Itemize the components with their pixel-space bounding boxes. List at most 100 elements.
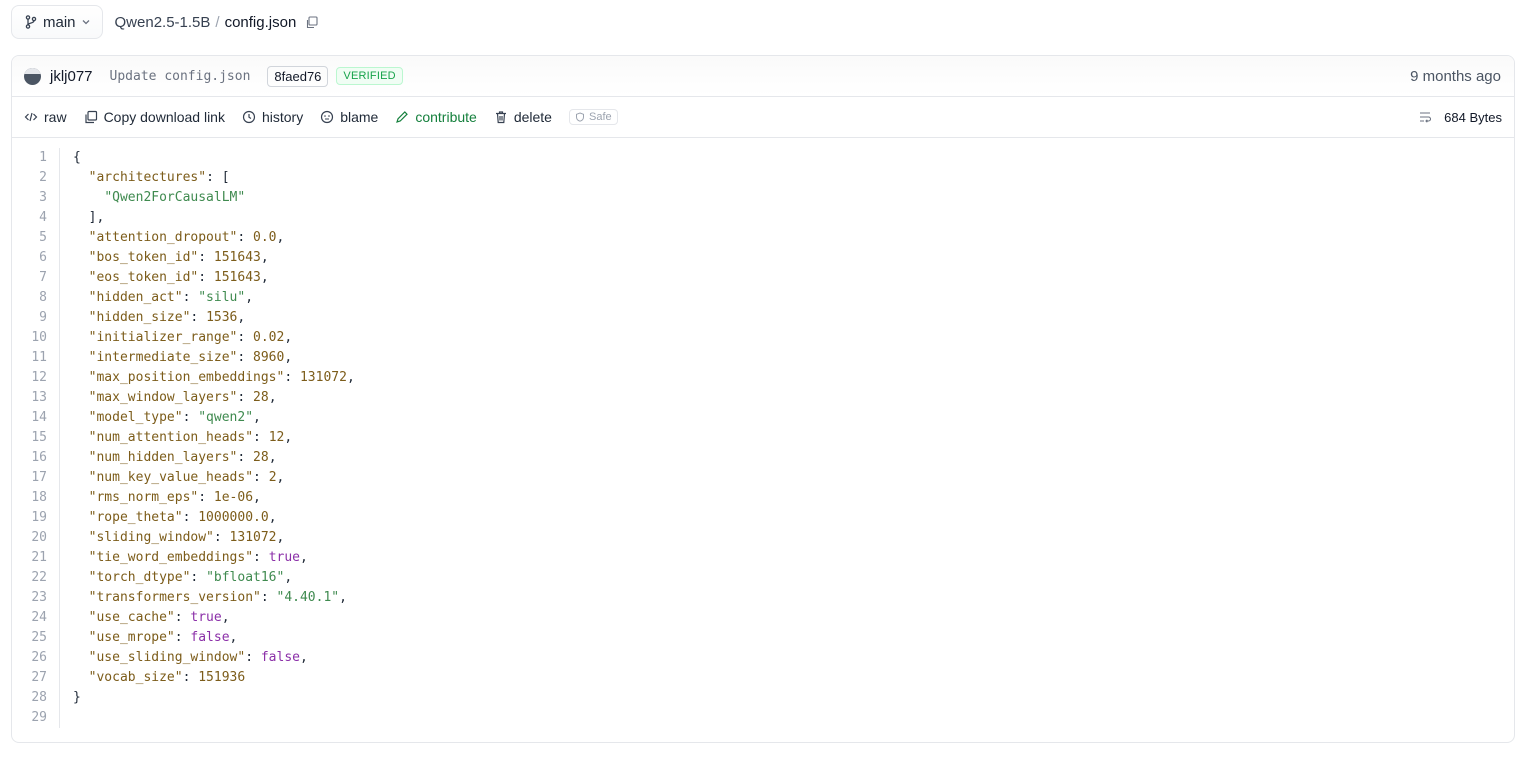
line-number[interactable]: 17 (12, 468, 60, 488)
line-number[interactable]: 6 (12, 248, 60, 268)
commit-message[interactable]: Update config.json (110, 69, 251, 84)
line-number[interactable]: 27 (12, 668, 60, 688)
line-number[interactable]: 20 (12, 528, 60, 548)
line-number[interactable]: 10 (12, 328, 60, 348)
line-number[interactable]: 4 (12, 208, 60, 228)
code-line-content: "attention_dropout": 0.0, (60, 228, 285, 248)
code-line: 9 "hidden_size": 1536, (12, 308, 1514, 328)
code-token: , (276, 530, 285, 545)
verified-badge: VERIFIED (336, 67, 403, 85)
code-token: , (300, 650, 308, 665)
code-line: 23 "transformers_version": "4.40.1", (12, 588, 1514, 608)
line-number[interactable]: 15 (12, 428, 60, 448)
line-number[interactable]: 11 (12, 348, 60, 368)
code-token: "rope_theta" (88, 510, 183, 525)
raw-button[interactable]: raw (24, 109, 67, 125)
code-line-content (60, 708, 73, 728)
code-line: 17 "num_key_value_heads": 2, (12, 468, 1514, 488)
code-token: "initializer_range" (88, 330, 238, 345)
code-token: "hidden_act" (88, 290, 183, 305)
safe-badge: Safe (568, 109, 618, 125)
code-line-content: "torch_dtype": "bfloat16", (60, 568, 293, 588)
code-token: , (339, 590, 347, 605)
copy-icon[interactable] (305, 15, 318, 29)
history-button[interactable]: history (242, 109, 303, 125)
line-number[interactable]: 7 (12, 268, 60, 288)
code-line-content: } (60, 688, 81, 708)
code-token: } (73, 690, 81, 705)
line-number[interactable]: 25 (12, 628, 60, 648)
line-number[interactable]: 19 (12, 508, 60, 528)
breadcrumb-repo-link[interactable]: Qwen2.5-1.5B (115, 14, 211, 31)
line-number[interactable]: 12 (12, 368, 60, 388)
code-token: : (213, 530, 230, 545)
code-line: 1{ (12, 148, 1514, 168)
breadcrumb: Qwen2.5-1.5B / config.json (115, 14, 319, 31)
line-number[interactable]: 5 (12, 228, 60, 248)
line-number[interactable]: 9 (12, 308, 60, 328)
line-number[interactable]: 26 (12, 648, 60, 668)
line-number[interactable]: 3 (12, 188, 60, 208)
code-token: 151936 (198, 670, 246, 685)
code-token: , (260, 270, 269, 285)
line-number[interactable]: 13 (12, 388, 60, 408)
code-line-content: "hidden_size": 1536, (60, 308, 246, 328)
avatar[interactable] (24, 67, 41, 85)
code-token: "eos_token_id" (88, 270, 199, 285)
code-token: , (237, 310, 246, 325)
code-token: 28 (253, 390, 269, 405)
line-number[interactable]: 28 (12, 688, 60, 708)
code-line-content: "num_key_value_heads": 2, (60, 468, 285, 488)
code-line: 22 "torch_dtype": "bfloat16", (12, 568, 1514, 588)
code-line-content: "vocab_size": 151936 (60, 668, 246, 688)
copy-download-link-button[interactable]: Copy download link (84, 109, 225, 125)
code-line: 16 "num_hidden_layers": 28, (12, 448, 1514, 468)
line-number[interactable]: 24 (12, 608, 60, 628)
code-line: 7 "eos_token_id": 151643, (12, 268, 1514, 288)
branch-selector-button[interactable]: main (11, 5, 103, 39)
delete-button[interactable]: delete (494, 109, 552, 125)
safe-label: Safe (588, 111, 612, 123)
blame-button[interactable]: blame (320, 109, 378, 125)
line-number[interactable]: 18 (12, 488, 60, 508)
code-line-content: "use_mrope": false, (60, 628, 238, 648)
line-number[interactable]: 21 (12, 548, 60, 568)
code-token: true (268, 550, 300, 565)
line-number[interactable]: 29 (12, 708, 60, 728)
word-wrap-icon[interactable] (1418, 110, 1432, 124)
code-line: 29 (12, 708, 1514, 728)
code-token: : (182, 670, 199, 685)
commit-author[interactable]: jklj077 (50, 68, 93, 85)
code-token: "silu" (198, 290, 246, 305)
code-token: : (198, 250, 214, 265)
code-token: , (284, 570, 293, 585)
file-viewer-card: jklj077 Update config.json 8faed76 VERIF… (11, 55, 1515, 743)
line-number[interactable]: 2 (12, 168, 60, 188)
line-number[interactable]: 23 (12, 588, 60, 608)
line-number[interactable]: 14 (12, 408, 60, 428)
code-line-content: "initializer_range": 0.02, (60, 328, 293, 348)
line-number[interactable]: 16 (12, 448, 60, 468)
line-number[interactable]: 22 (12, 568, 60, 588)
line-number[interactable]: 1 (12, 148, 60, 168)
commit-sha-badge[interactable]: 8faed76 (267, 65, 329, 87)
code-token: "qwen2" (198, 410, 254, 425)
branch-label: main (43, 13, 76, 31)
contribute-button[interactable]: contribute (395, 109, 477, 125)
delete-label: delete (513, 109, 552, 125)
code-line-content: ], (60, 208, 105, 228)
code-token: , (276, 470, 285, 485)
code-token: true (190, 610, 222, 625)
line-number[interactable]: 8 (12, 288, 60, 308)
shield-icon (575, 112, 585, 122)
code-token: "Qwen2ForCausalLM" (104, 190, 246, 205)
code-line-content: "eos_token_id": 151643, (60, 268, 269, 288)
